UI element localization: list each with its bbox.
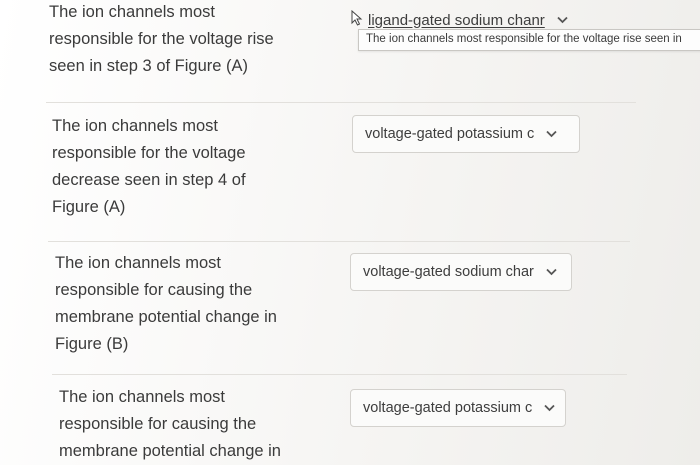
question-line: responsible for causing the [59, 415, 257, 433]
question-3-answer-select[interactable]: voltage-gated sodium char [350, 253, 572, 291]
question-4-selected-value: voltage-gated potassium c [363, 400, 533, 416]
quiz-page: The ion channels most responsible for th… [0, 0, 700, 465]
question-line: The ion channels most [52, 117, 219, 135]
question-1-tooltip: The ion channels most responsible for th… [358, 29, 700, 51]
question-1-text: The ion channels most responsible for th… [49, 0, 274, 80]
question-4-answer-select[interactable]: voltage-gated potassium c [350, 389, 566, 427]
question-line: The ion channels most [59, 388, 226, 406]
question-2-text: The ion channels most responsible for th… [52, 113, 246, 221]
question-line: Figure (A) [52, 198, 126, 216]
question-line: The ion channels most [55, 254, 222, 272]
row-divider [46, 102, 636, 103]
question-line: membrane potential change in [55, 308, 277, 326]
question-line: seen in step 3 of Figure (A) [49, 57, 249, 75]
question-1-answer-select[interactable]: ligand-gated sodium chanr [350, 9, 568, 31]
chevron-down-icon [544, 404, 555, 412]
row-divider [48, 241, 630, 242]
row-divider [52, 374, 627, 375]
question-line: responsible for the voltage [52, 144, 246, 162]
question-3-text: The ion channels most responsible for ca… [55, 250, 277, 358]
question-2-answer-select[interactable]: voltage-gated potassium c [352, 115, 580, 153]
question-line: responsible for the voltage rise [49, 30, 274, 48]
chevron-down-icon[interactable] [557, 16, 568, 24]
pointer-cursor-icon [350, 9, 366, 26]
question-line: Figure (B) [55, 335, 129, 353]
question-line: decrease seen in step 4 of [52, 171, 246, 189]
question-3-selected-value: voltage-gated sodium char [363, 264, 534, 280]
chevron-down-icon [546, 268, 557, 276]
question-line: membrane potential change in [59, 442, 281, 460]
question-2-selected-value: voltage-gated potassium c [365, 126, 535, 142]
chevron-down-icon [546, 130, 557, 138]
question-line: responsible for causing the [55, 281, 253, 299]
question-4-text: The ion channels most responsible for ca… [59, 384, 281, 465]
question-1-selected-value[interactable]: ligand-gated sodium chanr [368, 12, 545, 29]
question-line: The ion channels most [49, 3, 216, 21]
